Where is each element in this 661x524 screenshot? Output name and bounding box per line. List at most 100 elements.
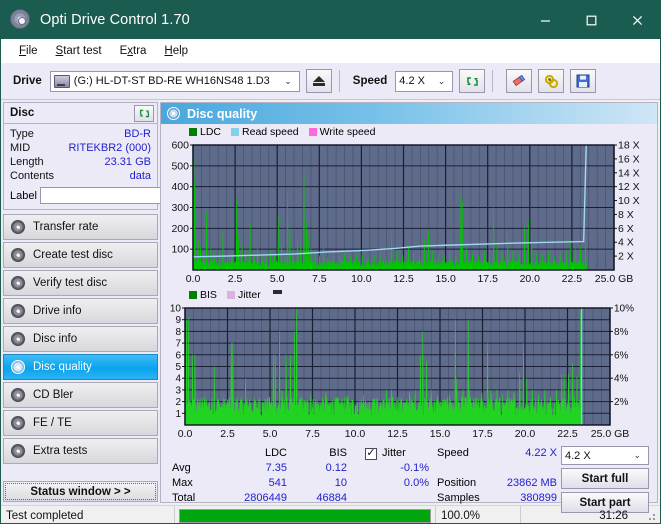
svg-text:3: 3 bbox=[175, 385, 181, 396]
svg-text:15.0: 15.0 bbox=[435, 273, 456, 285]
chevron-down-icon: ⌄ bbox=[284, 75, 292, 86]
svg-text:500: 500 bbox=[171, 160, 189, 172]
legend-entry-read-speed: Read speed bbox=[231, 126, 299, 138]
menu-help[interactable]: Help bbox=[155, 43, 197, 59]
disc-panel-header: Disc bbox=[4, 103, 157, 124]
erase-button[interactable] bbox=[506, 69, 533, 93]
stats-header-ldc: LDC bbox=[264, 447, 287, 459]
disc-row-key: MID bbox=[10, 142, 31, 154]
svg-text:8%: 8% bbox=[614, 327, 629, 338]
svg-text:0.0: 0.0 bbox=[178, 428, 193, 440]
speed-select[interactable]: 4.2 X ⌄ bbox=[395, 70, 454, 92]
stats-panel: Avg Max Total LDC 7.35 541 2806449 BIS 0… bbox=[161, 442, 657, 515]
menu-bar: File Start test Extra Help bbox=[1, 39, 660, 63]
speed-value: 4.22 X bbox=[525, 447, 557, 459]
close-button[interactable] bbox=[614, 1, 660, 39]
eject-button[interactable] bbox=[305, 69, 332, 93]
legend-label: Write speed bbox=[319, 126, 376, 138]
stats-col-jitter: ✓ Jitter -0.1% 0.0% bbox=[365, 446, 437, 513]
status-bar: Test completed 100.0% 31:26 bbox=[1, 505, 660, 523]
disc-icon bbox=[11, 416, 25, 430]
menu-start-test[interactable]: Start test bbox=[47, 43, 111, 59]
refresh-button[interactable] bbox=[459, 69, 486, 93]
start-full-button[interactable]: Start full bbox=[561, 468, 649, 489]
test-speed-select[interactable]: 4.2 X ⌄ bbox=[561, 446, 649, 465]
save-button[interactable] bbox=[570, 69, 597, 93]
disc-row-key: Type bbox=[10, 128, 34, 140]
settings-button[interactable] bbox=[538, 69, 565, 93]
ldc-chart-legend: LDC Read speed Write speed bbox=[161, 124, 657, 139]
sidebar-item-label: Disc info bbox=[33, 333, 78, 345]
disc-icon bbox=[11, 248, 25, 262]
legend-entry-ldc: LDC bbox=[189, 126, 221, 138]
disc-refresh-button[interactable] bbox=[134, 104, 154, 122]
jitter-checkbox[interactable]: ✓ bbox=[365, 447, 377, 460]
maximize-button[interactable] bbox=[568, 1, 614, 39]
sidebar-item-label: Disc quality bbox=[33, 361, 92, 373]
sidebar: Disc Type BD-R MID RITEKBR2 (000) Length… bbox=[1, 100, 241, 505]
menu-file[interactable]: File bbox=[10, 43, 47, 59]
drive-select[interactable]: (G:) HL-DT-ST BD-RE WH16NS48 1.D3 ⌄ bbox=[49, 70, 300, 92]
sidebar-item-disc-info[interactable]: Disc info bbox=[3, 326, 158, 352]
sidebar-item-disc-quality[interactable]: Disc quality bbox=[3, 354, 158, 380]
svg-text:400: 400 bbox=[171, 181, 189, 193]
svg-text:18 X: 18 X bbox=[618, 140, 640, 152]
resize-grip-icon[interactable] bbox=[644, 509, 658, 523]
progress-percent: 100.0% bbox=[435, 505, 521, 523]
sidebar-item-create-test-disc[interactable]: Create test disc bbox=[3, 242, 158, 268]
svg-text:600: 600 bbox=[171, 140, 189, 152]
sidebar-item-fe-te[interactable]: FE / TE bbox=[3, 410, 158, 436]
jitter-marker-icon bbox=[272, 290, 282, 294]
svg-text:2: 2 bbox=[175, 397, 181, 408]
status-window-button[interactable]: Status window > > bbox=[3, 481, 158, 502]
legend-swatch-icon bbox=[308, 128, 317, 136]
speed-select-value: 4.2 X bbox=[399, 75, 425, 87]
svg-text:2.5: 2.5 bbox=[220, 428, 235, 440]
stats-ldc-max: 541 bbox=[268, 477, 287, 489]
chevron-down-icon: ⌄ bbox=[633, 450, 641, 460]
ldc-chart-canvas: 100 200 300 400 500 600 2 X 4 X 6 X 8 X 10 X 12 X 14… bbox=[171, 140, 640, 286]
svg-text:200: 200 bbox=[171, 223, 189, 235]
disc-row-value: BD-R bbox=[124, 128, 151, 140]
svg-text:4 X: 4 X bbox=[618, 237, 634, 249]
disc-info-rows: Type BD-R MID RITEKBR2 (000) Length 23.3… bbox=[4, 124, 241, 209]
svg-text:1: 1 bbox=[175, 409, 181, 420]
sidebar-item-label: FE / TE bbox=[33, 417, 72, 429]
position-label: Position bbox=[437, 477, 477, 489]
drive-icon bbox=[53, 74, 70, 88]
legend-swatch-icon bbox=[226, 291, 235, 299]
svg-text:10.0: 10.0 bbox=[351, 273, 372, 285]
stats-header-bis: BIS bbox=[329, 447, 347, 459]
disc-row-type: Type BD-R bbox=[10, 127, 151, 141]
sidebar-item-cd-bler[interactable]: CD Bler bbox=[3, 382, 158, 408]
sidebar-item-label: Create test disc bbox=[33, 249, 113, 261]
svg-text:10%: 10% bbox=[614, 304, 634, 315]
sidebar-item-verify-test-disc[interactable]: Verify test disc bbox=[3, 270, 158, 296]
disc-row-key: Length bbox=[10, 156, 44, 168]
sidebar-item-transfer-rate[interactable]: Transfer rate bbox=[3, 214, 158, 240]
stats-bis-total: 46884 bbox=[316, 492, 347, 504]
legend-label: BIS bbox=[200, 289, 217, 301]
bis-chart-legend: BIS Jitter bbox=[161, 287, 657, 302]
svg-text:5.0: 5.0 bbox=[270, 273, 285, 285]
menu-extra[interactable]: Extra bbox=[111, 43, 156, 59]
legend-entry-write-speed: Write speed bbox=[308, 126, 376, 138]
svg-text:5: 5 bbox=[175, 362, 181, 373]
minimize-button[interactable] bbox=[522, 1, 568, 39]
disc-icon bbox=[11, 276, 25, 290]
sidebar-item-label: CD Bler bbox=[33, 389, 74, 401]
svg-text:10: 10 bbox=[170, 304, 182, 315]
chevron-down-icon: ⌄ bbox=[437, 75, 446, 86]
stats-row-labels: Avg Max Total bbox=[165, 446, 217, 513]
stats-col-ldc: LDC 7.35 541 2806449 bbox=[217, 446, 287, 513]
sidebar-item-extra-tests[interactable]: Extra tests bbox=[3, 438, 158, 464]
legend-swatch-icon bbox=[231, 128, 240, 136]
legend-swatch-icon bbox=[189, 291, 197, 299]
disc-row-value: 23.31 GB bbox=[104, 156, 151, 168]
jitter-avg: -0.1% bbox=[400, 462, 429, 474]
disc-icon bbox=[11, 332, 25, 346]
sidebar-nav: Transfer rate Create test disc Verify te… bbox=[3, 214, 158, 464]
svg-text:8 X: 8 X bbox=[618, 209, 634, 221]
sidebar-item-drive-info[interactable]: Drive info bbox=[3, 298, 158, 324]
drive-select-value: (G:) HL-DT-ST BD-RE WH16NS48 1.D3 bbox=[73, 75, 270, 87]
